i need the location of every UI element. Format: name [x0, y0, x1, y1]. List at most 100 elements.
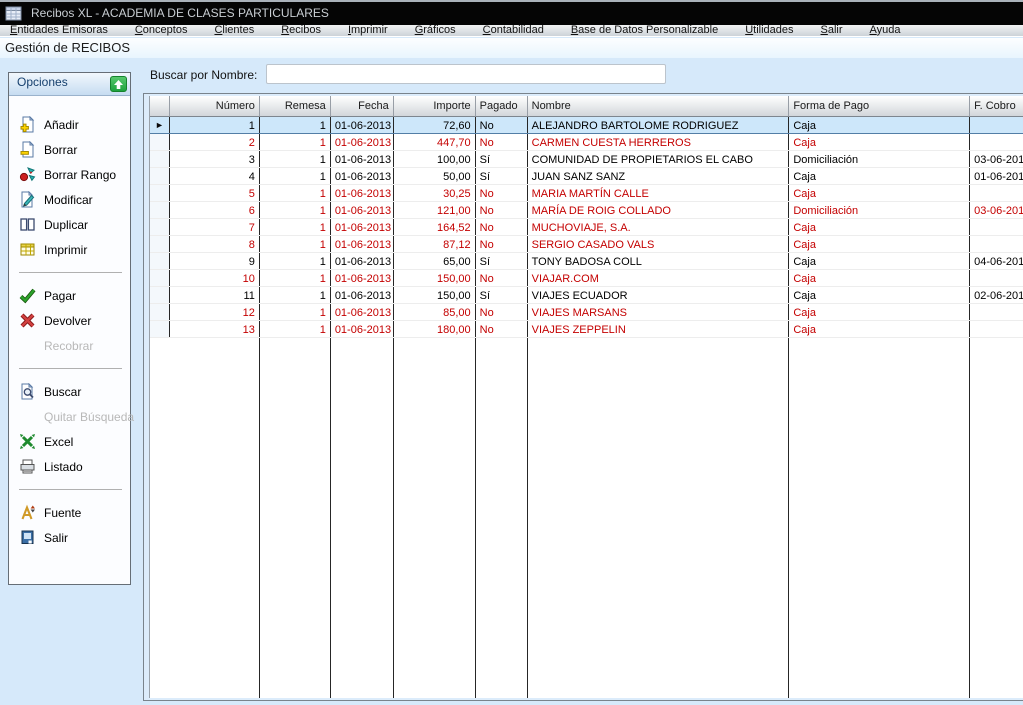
column-header-forma-de-pago[interactable]: Forma de Pago: [789, 96, 970, 117]
icon-placeholder: [19, 408, 36, 425]
cell-forma_pago: Caja: [789, 321, 970, 337]
cell-f_cobro: 03-06-2013: [970, 202, 1023, 218]
sidebar-item-imprimir[interactable]: Imprimir: [9, 237, 130, 262]
cell-nombre: TONY BADOSA COLL: [528, 253, 790, 269]
cell-importe: 87,12: [394, 236, 476, 252]
table-row[interactable]: 11101-06-2013150,00SíVIAJES ECUADORCaja0…: [150, 287, 1023, 304]
cell-remesa: 1: [260, 117, 331, 133]
divider: [19, 489, 122, 490]
sidebar-item-salir[interactable]: Salir: [9, 525, 130, 550]
menu-item-imprimir[interactable]: Imprimir: [348, 25, 388, 36]
duplicate-icon: [19, 216, 36, 233]
sidebar-item-excel[interactable]: Excel: [9, 429, 130, 454]
cell-remesa: 1: [260, 202, 331, 218]
menu-item-utilidades[interactable]: Utilidades: [745, 25, 793, 36]
table-row[interactable]: 7101-06-2013164,52NoMUCHOVIAJE, S.A.Caja: [150, 219, 1023, 236]
sidebar-item-pagar[interactable]: Pagar: [9, 283, 130, 308]
cell-fecha: 01-06-2013: [331, 185, 394, 201]
cell-selector: [150, 304, 170, 320]
table-header: NúmeroRemesaFechaImportePagadoNombreForm…: [150, 96, 1023, 117]
excel-icon: [19, 433, 36, 450]
cell-numero: 5: [170, 185, 260, 201]
sidebar-item-label: Excel: [44, 435, 73, 449]
menu-row: Entidades Emisoras Conceptos Clientes Recib…: [0, 25, 1023, 37]
sidebar-item-duplicar[interactable]: Duplicar: [9, 212, 130, 237]
menu-item-clientes[interactable]: Clientes: [214, 25, 254, 36]
empty-column: [170, 338, 260, 698]
printer-icon: [19, 458, 36, 475]
sidebar-item-label: Salir: [44, 531, 68, 545]
column-header-numero[interactable]: Número: [170, 96, 260, 117]
cell-numero: 11: [170, 287, 260, 303]
cell-nombre: MUCHOVIAJE, S.A.: [528, 219, 790, 235]
sidebar-item-devolver[interactable]: Devolver: [9, 308, 130, 333]
table-row[interactable]: 8101-06-201387,12NoSERGIO CASADO VALSCaj…: [150, 236, 1023, 253]
sidebar-item-label: Fuente: [44, 506, 81, 520]
column-header-importe[interactable]: Importe: [394, 96, 476, 117]
sidebar-item-listado[interactable]: Listado: [9, 454, 130, 479]
cell-f_cobro: [970, 219, 1023, 235]
cell-numero: 7: [170, 219, 260, 235]
collapse-button[interactable]: [110, 76, 127, 92]
menu-item-recibos[interactable]: Recibos: [281, 25, 321, 36]
table-row[interactable]: 2101-06-2013447,70NoCARMEN CUESTA HERRER…: [150, 134, 1023, 151]
sidebar-item-borrar-rango[interactable]: Borrar Rango: [9, 162, 130, 187]
window-title: Recibos XL - ACADEMIA DE CLASES PARTICUL…: [31, 6, 329, 20]
column-header-remesa[interactable]: Remesa: [260, 96, 331, 117]
table-row[interactable]: 9101-06-201365,00SíTONY BADOSA COLLCaja0…: [150, 253, 1023, 270]
page-title-bar: Gestión de RECIBOS: [0, 38, 1023, 58]
sidebar-item-borrar[interactable]: Borrar: [9, 137, 130, 162]
cell-numero: 12: [170, 304, 260, 320]
edit-document-icon: [19, 191, 36, 208]
table-row[interactable]: 13101-06-2013180,00NoVIAJES ZEPPELINCaja: [150, 321, 1023, 338]
cell-fecha: 01-06-2013: [331, 253, 394, 269]
sidebar-item-modificar[interactable]: Modificar: [9, 187, 130, 212]
sidebar-item-anadir[interactable]: Añadir: [9, 112, 130, 137]
column-header-pagado[interactable]: Pagado: [476, 96, 528, 117]
cell-pagado: No: [476, 236, 528, 252]
menu-item-entidades-emisoras[interactable]: Entidades Emisoras: [10, 25, 108, 36]
table-row[interactable]: 12101-06-201385,00NoVIAJES MARSANSCaja: [150, 304, 1023, 321]
cell-f_cobro: [970, 304, 1023, 320]
table-row[interactable]: 6101-06-2013121,00NoMARÍA DE ROIG COLLAD…: [150, 202, 1023, 219]
cell-selector: [150, 287, 170, 303]
cell-selector: [150, 202, 170, 218]
empty-column: [150, 338, 170, 698]
menu-item-conceptos[interactable]: Conceptos: [135, 25, 188, 36]
cell-pagado: No: [476, 202, 528, 218]
cell-selector: [150, 151, 170, 167]
cell-numero: 4: [170, 168, 260, 184]
empty-column: [331, 338, 394, 698]
menu-item-base-de-datos-personalizable[interactable]: Base de Datos Personalizable: [571, 25, 718, 36]
options-list: AñadirBorrarBorrar RangoModificarDuplica…: [9, 96, 130, 550]
table-row[interactable]: 5101-06-201330,25NoMARIA MARTÍN CALLECaj…: [150, 185, 1023, 202]
table-row[interactable]: 10101-06-2013150,00NoVIAJAR.COMCaja: [150, 270, 1023, 287]
search-input[interactable]: [266, 64, 666, 84]
cell-importe: 447,70: [394, 134, 476, 150]
cell-fecha: 01-06-2013: [331, 219, 394, 235]
cell-nombre: MARÍA DE ROIG COLLADO: [528, 202, 790, 218]
empty-column: [528, 338, 790, 698]
cell-selector: ►: [150, 117, 170, 133]
menu-item-contabilidad[interactable]: Contabilidad: [483, 25, 544, 36]
sidebar-item-buscar[interactable]: Buscar: [9, 379, 130, 404]
menu-item-graficos[interactable]: Gráficos: [415, 25, 456, 36]
table-row[interactable]: 4101-06-201350,00SíJUAN SANZ SANZCaja01-…: [150, 168, 1023, 185]
column-header-selector[interactable]: [150, 96, 170, 117]
menu-item-ayuda[interactable]: Ayuda: [870, 25, 901, 36]
green-check-icon: [19, 287, 36, 304]
table-row[interactable]: 3101-06-2013100,00SíCOMUNIDAD DE PROPIET…: [150, 151, 1023, 168]
cell-remesa: 1: [260, 270, 331, 286]
menu-item-salir[interactable]: Salir: [821, 25, 843, 36]
column-header-fecha[interactable]: Fecha: [331, 96, 394, 117]
cell-forma_pago: Domiciliación: [789, 151, 970, 167]
column-header-nombre[interactable]: Nombre: [528, 96, 790, 117]
cell-pagado: Sí: [476, 253, 528, 269]
cell-forma_pago: Caja: [789, 304, 970, 320]
cell-fecha: 01-06-2013: [331, 287, 394, 303]
table-row[interactable]: ►1101-06-201372,60NoALEJANDRO BARTOLOME …: [150, 117, 1023, 134]
column-header-f-cobro[interactable]: F. Cobro: [970, 96, 1023, 117]
sidebar-item-fuente[interactable]: Fuente: [9, 500, 130, 525]
options-panel-header: Opciones: [9, 73, 130, 96]
up-arrow-icon: [112, 78, 125, 91]
